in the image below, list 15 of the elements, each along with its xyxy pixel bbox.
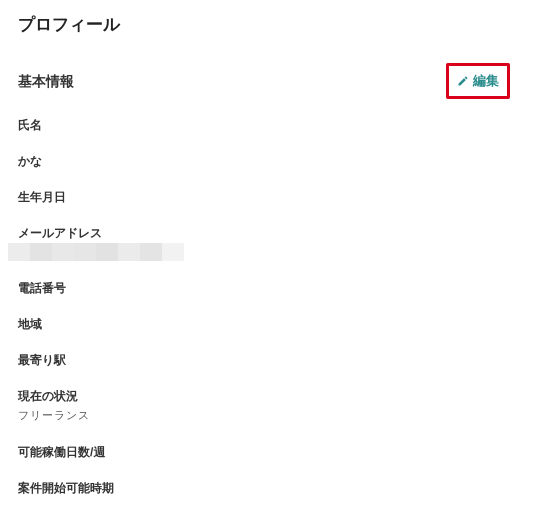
field-label: 電話番号 [18,280,67,297]
field-label: 氏名 [18,117,43,134]
edit-button[interactable]: 編集 [446,63,510,99]
field-label: 地域 [18,316,43,333]
field-label: 案件開始可能時期 [18,480,115,497]
field-label: 最寄り駅 [18,352,67,369]
section-title: 基本情報 [18,72,74,90]
field-label: 生年月日 [18,189,67,206]
pencil-icon [457,75,469,87]
field-label: 現在の状況 [18,388,79,405]
field-label: メールアドレス [18,225,103,242]
field-value: フリーランス [18,409,91,424]
page-title: プロフィール [18,14,122,36]
field-label: 可能稼働日数/週 [18,444,106,461]
field-label: かな [18,153,43,170]
